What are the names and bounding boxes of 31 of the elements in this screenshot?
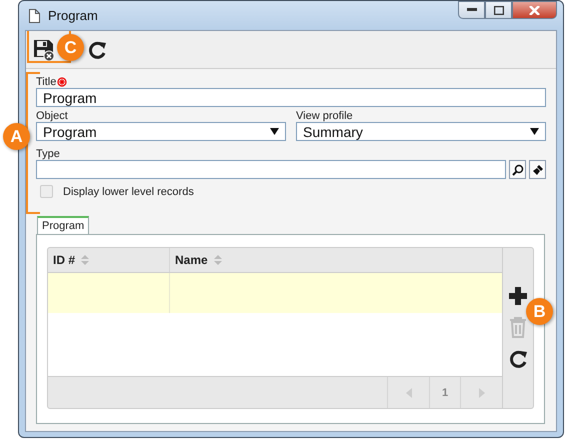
object-dropdown[interactable]: Program [36,122,286,141]
eraser-icon[interactable] [532,164,544,176]
callout-badge: A [3,123,30,150]
checkbox-label: Display lower level records [63,186,194,198]
page-number: 1 [429,377,460,408]
search-button[interactable] [509,160,526,179]
tab[interactable]: Program [37,216,90,234]
refresh-icon[interactable] [507,348,529,370]
close-button[interactable] [512,1,557,19]
view-profile-dropdown[interactable]: Summary [296,122,546,141]
search-icon[interactable] [512,164,524,176]
field-label: Object [36,109,69,122]
window-title: Program [48,8,98,23]
maximize-button[interactable] [485,1,512,19]
column-header[interactable]: Name [170,248,502,272]
column-header[interactable]: ID # [48,248,170,272]
field-label: View profile [296,109,354,122]
minimize-button[interactable] [458,1,485,19]
close-icon[interactable] [529,6,540,14]
document-icon [29,8,40,22]
caret-icon [270,128,279,135]
plus-icon[interactable] [508,286,528,306]
clear-button[interactable] [529,160,546,179]
field-label: Type [36,147,61,160]
title-field[interactable]: Program [36,88,546,107]
field-label: Title [36,76,56,88]
floppy-disk-icon[interactable] [32,38,56,62]
caret-icon [530,128,539,135]
maximize-icon[interactable] [494,6,504,14]
type-field[interactable] [36,160,506,179]
minimize-icon[interactable] [466,8,476,12]
